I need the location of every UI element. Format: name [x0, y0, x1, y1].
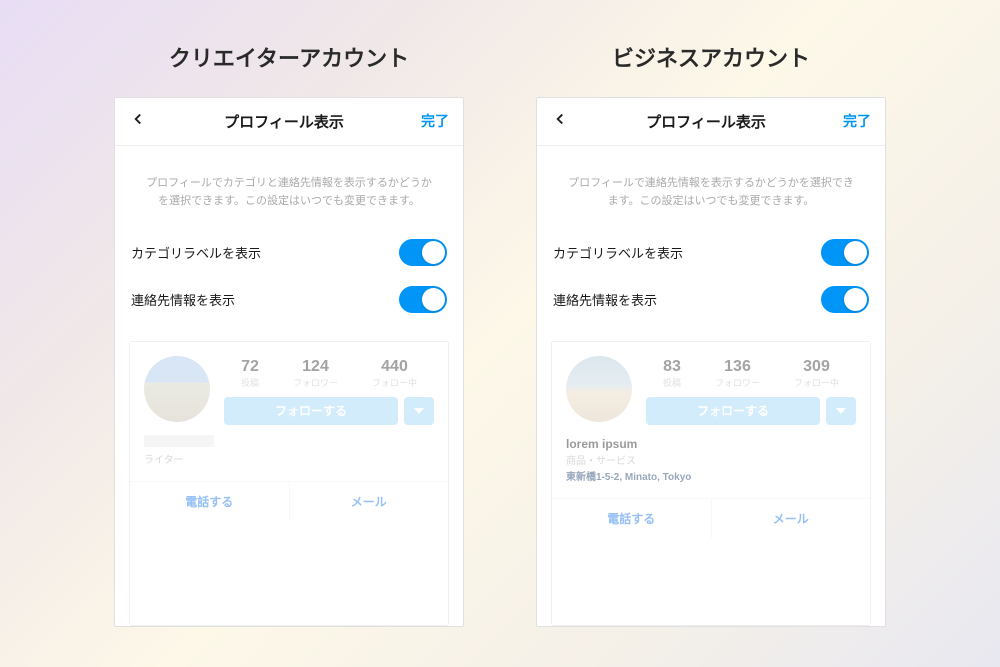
contact-row: 電話する メール [552, 498, 870, 538]
avatar [566, 356, 632, 422]
call-button[interactable]: 電話する [552, 499, 712, 538]
stat-posts-num: 72 [241, 358, 259, 376]
profile-preview: 72 投稿 124 フォロワー 440 フォロー中 フォローす [129, 341, 449, 626]
stat-posts: 83 投稿 [663, 358, 681, 389]
name-placeholder [144, 435, 214, 447]
done-button[interactable]: 完了 [843, 111, 871, 131]
done-button[interactable]: 完了 [421, 111, 449, 131]
back-button[interactable] [129, 110, 147, 133]
stat-following-num: 309 [794, 358, 839, 376]
stats-row: 72 投稿 124 フォロワー 440 フォロー中 [224, 356, 434, 389]
toggle-label-category: カテゴリラベルを表示 [131, 243, 261, 262]
follow-button[interactable]: フォローする [224, 397, 398, 425]
toggle-row-contact: 連絡先情報を表示 [115, 276, 463, 323]
follow-row: フォローする [224, 397, 434, 425]
mail-button[interactable]: メール [712, 499, 871, 538]
stat-followers-num: 124 [293, 358, 338, 376]
toggle-row-category: カテゴリラベルを表示 [115, 229, 463, 276]
toggle-label-contact: 連絡先情報を表示 [553, 290, 657, 309]
contact-row: 電話する メール [130, 481, 448, 521]
stat-followers-label: フォロワー [715, 376, 760, 389]
follow-button[interactable]: フォローする [646, 397, 820, 425]
stat-posts-label: 投稿 [241, 376, 259, 389]
toggle-label-contact: 連絡先情報を表示 [131, 290, 235, 309]
description-text: プロフィールでカテゴリと連絡先情報を表示するかどうかを選択できます。この設定はい… [115, 146, 463, 229]
chevron-down-icon [836, 406, 846, 416]
toggle-contact[interactable] [821, 286, 869, 313]
profile-category: ライター [144, 453, 434, 469]
business-title: ビジネスアカウント [612, 41, 810, 73]
stat-followers-num: 136 [715, 358, 760, 376]
profile-top: 83 投稿 136 フォロワー 309 フォロー中 フォローす [566, 356, 856, 425]
nav-title: プロフィール表示 [224, 111, 344, 132]
profile-info: ライター [144, 435, 434, 469]
stat-posts: 72 投稿 [241, 358, 259, 389]
stats-area: 83 投稿 136 フォロワー 309 フォロー中 フォローす [646, 356, 856, 425]
follow-row: フォローする [646, 397, 856, 425]
stat-followers: 136 フォロワー [715, 358, 760, 389]
chevron-left-icon [551, 110, 569, 128]
follow-more-button[interactable] [826, 397, 856, 425]
stats-row: 83 投稿 136 フォロワー 309 フォロー中 [646, 356, 856, 389]
profile-info: lorem ipsum 商品・サービス 東新橋1-5-2, Minato, To… [566, 435, 856, 486]
stats-area: 72 投稿 124 フォロワー 440 フォロー中 フォローす [224, 356, 434, 425]
stat-following: 309 フォロー中 [794, 358, 839, 389]
profile-top: 72 投稿 124 フォロワー 440 フォロー中 フォローす [144, 356, 434, 425]
stat-following-label: フォロー中 [794, 376, 839, 389]
stat-following-label: フォロー中 [372, 376, 417, 389]
business-screen: プロフィール表示 完了 プロフィールで連絡先情報を表示するかどうかを選択できます… [536, 97, 886, 627]
mail-button[interactable]: メール [290, 482, 449, 521]
nav-bar: プロフィール表示 完了 [115, 98, 463, 146]
profile-preview: 83 投稿 136 フォロワー 309 フォロー中 フォローす [551, 341, 871, 626]
stat-followers: 124 フォロワー [293, 358, 338, 389]
follow-more-button[interactable] [404, 397, 434, 425]
toggle-label-category: カテゴリラベルを表示 [553, 243, 683, 262]
toggle-contact[interactable] [399, 286, 447, 313]
stat-following: 440 フォロー中 [372, 358, 417, 389]
nav-bar: プロフィール表示 完了 [537, 98, 885, 146]
profile-name: lorem ipsum [566, 435, 856, 454]
toggle-category[interactable] [399, 239, 447, 266]
profile-category: 商品・サービス [566, 454, 856, 470]
avatar [144, 356, 210, 422]
back-button[interactable] [551, 110, 569, 133]
creator-column: クリエイターアカウント プロフィール表示 完了 プロフィールでカテゴリと連絡先情… [114, 41, 464, 627]
profile-address: 東新橋1-5-2, Minato, Tokyo [566, 470, 856, 486]
description-text: プロフィールで連絡先情報を表示するかどうかを選択できます。この設定はいつでも変更… [537, 146, 885, 229]
nav-title: プロフィール表示 [646, 111, 766, 132]
business-column: ビジネスアカウント プロフィール表示 完了 プロフィールで連絡先情報を表示するか… [536, 41, 886, 627]
stat-posts-num: 83 [663, 358, 681, 376]
chevron-down-icon [414, 406, 424, 416]
chevron-left-icon [129, 110, 147, 128]
creator-title: クリエイターアカウント [169, 41, 409, 73]
stat-following-num: 440 [372, 358, 417, 376]
toggle-row-category: カテゴリラベルを表示 [537, 229, 885, 276]
toggle-category[interactable] [821, 239, 869, 266]
stat-posts-label: 投稿 [663, 376, 681, 389]
creator-screen: プロフィール表示 完了 プロフィールでカテゴリと連絡先情報を表示するかどうかを選… [114, 97, 464, 627]
stat-followers-label: フォロワー [293, 376, 338, 389]
toggle-row-contact: 連絡先情報を表示 [537, 276, 885, 323]
call-button[interactable]: 電話する [130, 482, 290, 521]
